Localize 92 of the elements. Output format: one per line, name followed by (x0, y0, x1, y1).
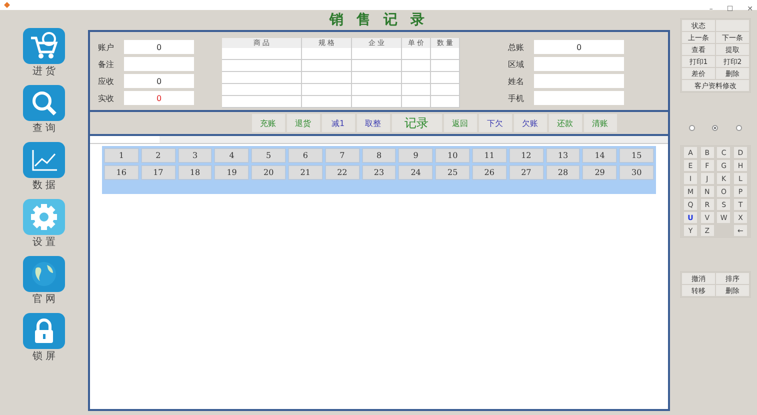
input-field[interactable] (534, 91, 624, 105)
nav-label[interactable]: 锁 屏 (32, 352, 56, 362)
table-cell (302, 84, 352, 96)
number-button[interactable]: 18 (178, 165, 212, 180)
table-cell (302, 96, 352, 108)
number-button[interactable]: 7 (324, 148, 360, 163)
nav-label[interactable]: 数 据 (32, 181, 56, 191)
number-button[interactable]: 9 (398, 148, 434, 163)
toolbar-button[interactable]: 退货 (286, 114, 320, 132)
number-button[interactable]: 23 (362, 165, 396, 180)
gear-icon[interactable] (23, 199, 65, 235)
toolbar-button[interactable]: 下欠 (478, 114, 512, 132)
search-icon[interactable] (23, 85, 65, 121)
number-button[interactable]: 29 (582, 165, 618, 180)
number-button[interactable]: 3 (178, 148, 212, 163)
number-button[interactable]: 12 (508, 148, 544, 163)
table-cell (431, 84, 460, 96)
nav-label[interactable]: 设 置 (32, 238, 56, 248)
table-cell (431, 96, 460, 108)
number-button[interactable]: 16 (104, 165, 139, 180)
toolbar-button[interactable]: 欠账 (514, 114, 546, 132)
number-button[interactable]: 28 (546, 165, 580, 180)
table-cell (402, 48, 431, 60)
table-cell (402, 96, 431, 108)
input-field[interactable] (124, 57, 194, 71)
table-cell (402, 60, 431, 72)
field-label: 账户 (98, 42, 115, 52)
number-button[interactable]: 10 (435, 148, 470, 163)
toolbar-button[interactable]: 清账 (584, 114, 616, 132)
toolbar-button[interactable]: 返回 (444, 114, 476, 132)
table-cell (302, 72, 352, 84)
toolbar-button[interactable]: 取整 (356, 114, 390, 132)
number-button[interactable]: 8 (362, 148, 396, 163)
number-button[interactable]: 26 (472, 165, 507, 180)
number-button[interactable]: 15 (619, 148, 654, 163)
number-button[interactable]: 13 (546, 148, 580, 163)
table-cell (352, 48, 402, 60)
table-cell (431, 72, 460, 84)
table-cell (352, 84, 402, 96)
number-button[interactable]: 17 (140, 165, 176, 180)
number-button[interactable]: 27 (508, 165, 544, 180)
table-cell (352, 72, 402, 84)
radio-button[interactable] (712, 125, 718, 131)
field-label: 备注 (98, 58, 115, 70)
table-cell (402, 72, 431, 84)
field-label: 总账 (508, 42, 525, 52)
table-cell (352, 60, 402, 72)
radio-button[interactable] (688, 125, 695, 131)
input-field[interactable] (534, 74, 624, 88)
number-button[interactable]: 20 (251, 165, 286, 180)
table-cell (402, 84, 431, 96)
table-cell (302, 60, 352, 72)
lock-icon[interactable] (23, 313, 65, 349)
number-button[interactable]: 5 (251, 148, 286, 163)
nav-label[interactable]: 进 货 (32, 67, 56, 77)
toolbar-button[interactable]: 充账 (252, 114, 284, 132)
input-field[interactable] (534, 57, 624, 71)
globe-icon[interactable] (23, 256, 65, 292)
number-button[interactable]: 2 (140, 148, 176, 163)
number-button[interactable]: 21 (288, 165, 323, 180)
nav-label[interactable]: 官 网 (32, 295, 56, 305)
page-title: 销 售 记 录 (328, 11, 430, 30)
cart-icon[interactable] (23, 28, 65, 64)
toolbar-button[interactable]: 减1 (322, 114, 354, 132)
app-logo-icon (4, 2, 10, 8)
number-button[interactable]: 14 (582, 148, 618, 163)
number-button[interactable]: 22 (324, 165, 360, 180)
field-label: 姓名 (508, 76, 525, 86)
nav-label[interactable]: 查 询 (32, 124, 56, 134)
field-label: 区域 (508, 58, 525, 70)
number-button[interactable]: 1 (104, 148, 139, 163)
toolbar-button[interactable]: 还款 (548, 114, 582, 132)
input-field[interactable]: 0 (124, 91, 194, 105)
table-cell (302, 48, 352, 60)
input-field[interactable]: 0 (124, 40, 194, 54)
number-button[interactable]: 24 (398, 165, 434, 180)
field-label: 实收 (98, 92, 115, 104)
input-field[interactable]: 0 (124, 74, 194, 88)
line-chart-icon[interactable] (23, 142, 65, 178)
number-button[interactable]: 25 (435, 165, 470, 180)
input-field[interactable]: 0 (534, 40, 624, 54)
number-button[interactable]: 19 (214, 165, 250, 180)
field-label: 手机 (508, 92, 525, 104)
number-button[interactable]: 30 (619, 165, 654, 180)
number-button[interactable]: 4 (214, 148, 250, 163)
radio-button[interactable] (736, 125, 742, 131)
table-cell (431, 48, 460, 60)
table-cell (431, 60, 460, 72)
number-button[interactable]: 6 (288, 148, 323, 163)
table-cell (352, 96, 402, 108)
field-label: 应收 (98, 76, 115, 86)
number-button[interactable]: 11 (472, 148, 507, 163)
